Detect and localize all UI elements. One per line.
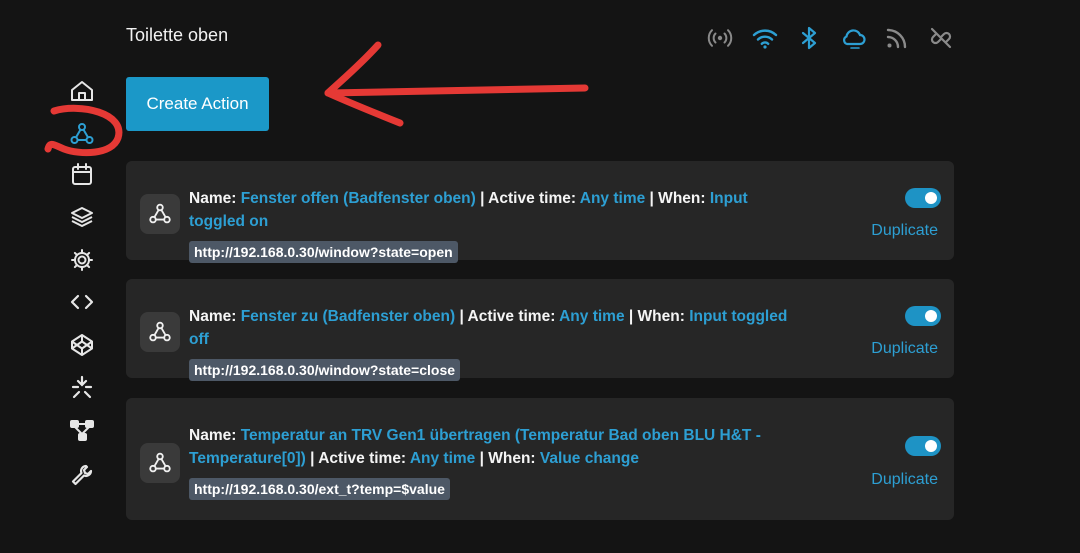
active-time-label: | Active time:	[305, 450, 410, 467]
enable-toggle[interactable]	[905, 306, 941, 326]
when-label: | When:	[645, 190, 710, 207]
toggle-knob	[925, 440, 937, 452]
action-active-time: Any time	[579, 190, 646, 207]
name-label: Name:	[189, 427, 241, 444]
action-summary: Name: Fenster zu (Badfenster oben) | Act…	[189, 305, 789, 382]
when-label: | When:	[475, 450, 540, 467]
action-summary: Name: Temperatur an TRV Gen1 übertragen …	[189, 424, 769, 501]
create-action-button[interactable]: Create Action	[126, 77, 269, 131]
network-icon[interactable]	[68, 416, 96, 444]
link-off-icon	[927, 24, 955, 52]
annotation-arrow	[324, 41, 589, 127]
action-name: Fenster offen (Badfenster oben)	[240, 190, 476, 207]
active-time-label: | Active time:	[475, 190, 580, 207]
wifi-icon	[751, 24, 779, 52]
duplicate-button[interactable]: Duplicate	[871, 222, 938, 240]
action-name: Fenster zu (Badfenster oben)	[240, 308, 456, 325]
action-when: Value change	[539, 450, 639, 467]
webhook-icon[interactable]	[68, 120, 96, 148]
duplicate-button[interactable]: Duplicate	[871, 471, 938, 489]
action-card: Name: Temperatur an TRV Gen1 übertragen …	[126, 398, 954, 520]
action-url: http://192.168.0.30/ext_t?temp=$value	[189, 478, 450, 500]
toggle-knob	[925, 192, 937, 204]
cloud-icon	[839, 24, 867, 52]
webhook-icon	[140, 443, 180, 483]
layers-icon[interactable]	[68, 203, 96, 231]
action-active-time: Any time	[559, 308, 625, 325]
rss-icon	[883, 24, 911, 52]
gear-icon[interactable]	[68, 246, 96, 274]
bluetooth-icon	[795, 24, 823, 52]
when-label: | When:	[624, 308, 690, 325]
calendar-icon[interactable]	[68, 161, 96, 189]
home-icon[interactable]	[68, 77, 96, 105]
code-icon[interactable]	[68, 288, 96, 316]
toggle-knob	[925, 310, 937, 322]
page-title: Toilette oben	[126, 25, 229, 45]
codepen-icon[interactable]	[68, 331, 96, 359]
broadcast-icon	[706, 24, 734, 52]
enable-toggle[interactable]	[905, 188, 941, 208]
action-url: http://192.168.0.30/window?state=close	[189, 359, 461, 381]
name-label: Name:	[189, 308, 241, 325]
action-active-time: Any time	[409, 450, 476, 467]
wrench-icon[interactable]	[68, 461, 96, 489]
active-time-label: | Active time:	[455, 308, 560, 325]
duplicate-button[interactable]: Duplicate	[871, 340, 938, 358]
action-card: Name: Fenster zu (Badfenster oben) | Act…	[126, 279, 954, 381]
enable-toggle[interactable]	[905, 436, 941, 456]
action-summary: Name: Fenster offen (Badfenster oben) | …	[189, 187, 789, 264]
action-url: http://192.168.0.30/window?state=open	[189, 241, 458, 263]
webhook-icon	[140, 312, 180, 352]
name-label: Name:	[189, 190, 241, 207]
action-card: Name: Fenster offen (Badfenster oben) | …	[126, 161, 954, 263]
scripts-icon[interactable]	[68, 373, 96, 401]
webhook-icon	[140, 194, 180, 234]
